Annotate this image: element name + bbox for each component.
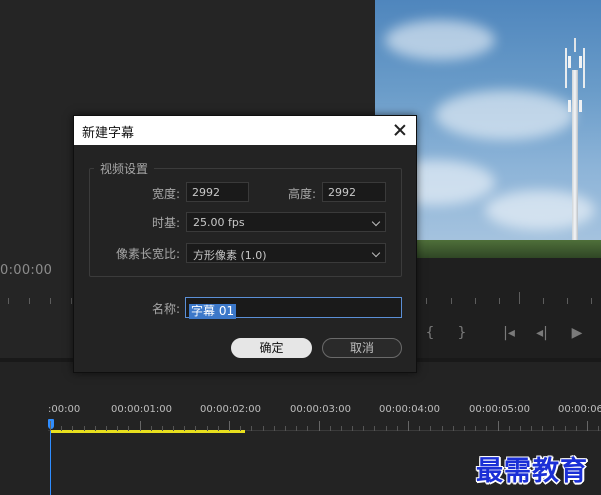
play-icon[interactable]: ▶ — [568, 325, 586, 341]
name-label: 名称: — [151, 302, 180, 316]
tower-mast — [572, 70, 578, 258]
timeline-tick — [184, 426, 185, 431]
timeline-tick — [95, 426, 96, 431]
pixel-aspect-value: 方形像素 (1.0) — [193, 249, 267, 262]
timeline-tick — [419, 426, 420, 431]
timeline-tick — [251, 426, 252, 431]
timeline-tick — [408, 421, 409, 431]
timeline-tick — [520, 426, 521, 431]
timebase-select[interactable]: 25.00 fps — [186, 212, 386, 232]
out-point-icon[interactable]: } — [453, 325, 471, 341]
go-to-in-icon[interactable]: |◂ — [497, 325, 521, 341]
timeline-tick — [274, 426, 275, 431]
timeline-tick — [430, 426, 431, 431]
title-name-value: 字幕 01 — [189, 304, 237, 319]
pixel-aspect-label: 像素长宽比: — [115, 247, 180, 261]
source-ruler[interactable] — [0, 298, 73, 306]
dialog-titlebar[interactable]: 新建字幕 — [74, 116, 416, 145]
timeline-tick — [140, 421, 141, 431]
timeline-tick — [84, 426, 85, 431]
chevron-down-icon — [371, 217, 381, 227]
step-back-icon[interactable]: ◂| — [531, 325, 553, 341]
timeline-tick — [50, 421, 51, 431]
timeline-ruler-label: :00:00 — [48, 404, 81, 415]
cloud — [435, 90, 575, 140]
timeline-ruler-label: 00:00:02:00 — [200, 404, 262, 415]
timeline-tick — [106, 426, 107, 431]
timeline-tick — [453, 426, 454, 431]
work-area-bar[interactable] — [50, 430, 245, 433]
timeline-tick — [128, 426, 129, 431]
width-input[interactable] — [186, 182, 249, 202]
timeline-tick — [565, 426, 566, 431]
ok-button[interactable]: 确定 — [231, 338, 312, 358]
tower-antenna — [568, 56, 571, 68]
title-name-input[interactable]: 字幕 01 — [185, 297, 402, 319]
timeline-tick — [285, 426, 286, 431]
tower-antenna — [579, 56, 582, 68]
timeline-tick — [173, 426, 174, 431]
height-input[interactable] — [322, 182, 386, 202]
timeline-tick — [162, 426, 163, 431]
timeline-tick — [72, 426, 73, 431]
timeline-tick — [553, 426, 554, 431]
timeline-tick — [498, 421, 499, 431]
timeline-tick — [296, 426, 297, 431]
timeline-tick — [374, 426, 375, 431]
source-timecode[interactable]: 0:00:00 — [0, 263, 52, 278]
timeline-tick — [464, 426, 465, 431]
cloud — [485, 190, 595, 230]
timeline-tick — [442, 426, 443, 431]
cancel-button[interactable]: 取消 — [322, 338, 402, 358]
timeline-tick — [598, 426, 599, 431]
timeline-tick — [117, 426, 118, 431]
playhead-line — [50, 429, 51, 495]
timeline-tick — [397, 426, 398, 431]
timeline-tick — [229, 421, 230, 431]
timeline-tick — [486, 426, 487, 431]
timeline-tick — [531, 426, 532, 431]
timeline-tick — [542, 426, 543, 431]
timeline-tick — [307, 426, 308, 431]
cloud — [385, 20, 495, 60]
timeline-tick — [587, 421, 588, 431]
timeline-tick — [475, 426, 476, 431]
timeline-tick — [151, 426, 152, 431]
timeline-tick — [207, 426, 208, 431]
dialog-title: 新建字幕 — [82, 126, 135, 141]
pixel-aspect-select[interactable]: 方形像素 (1.0) — [186, 243, 386, 263]
timeline-tick — [363, 426, 364, 431]
close-icon[interactable] — [390, 120, 410, 140]
height-label: 高度: — [287, 187, 316, 201]
timeline-tick — [576, 426, 577, 431]
watermark-logo: 最需教育 — [476, 456, 588, 487]
new-title-dialog: 新建字幕 视频设置 宽度: 高度: 时基: 25.00 fps 像素长宽比: 方… — [73, 115, 417, 373]
in-point-icon[interactable]: { — [421, 325, 439, 341]
video-settings-legend: 视频设置 — [94, 160, 155, 177]
timebase-label: 时基: — [151, 216, 180, 230]
timebase-value: 25.00 fps — [193, 216, 245, 229]
tower-antenna — [579, 100, 582, 112]
timeline-tick — [263, 426, 264, 431]
timeline-tick — [341, 426, 342, 431]
playhead-handle[interactable] — [48, 419, 54, 429]
timeline-ruler-label: 00:00:04:00 — [379, 404, 441, 415]
timeline-tick — [240, 426, 241, 431]
tower-antenna — [568, 100, 571, 112]
timeline-tick — [352, 426, 353, 431]
timeline-ruler-label: 00:00:05:00 — [469, 404, 531, 415]
timeline-tick — [61, 426, 62, 431]
timeline-ruler-label: 00:00:06 — [558, 404, 601, 415]
program-ruler[interactable] — [417, 292, 601, 306]
timeline-tick — [319, 421, 320, 431]
chevron-down-icon — [371, 248, 381, 258]
timeline-ruler-label: 00:00:01:00 — [111, 404, 173, 415]
timeline-tick — [509, 426, 510, 431]
width-label: 宽度: — [151, 187, 180, 201]
timeline-tick — [330, 426, 331, 431]
timeline-tick — [386, 426, 387, 431]
timeline-ruler-label: 00:00:03:00 — [290, 404, 352, 415]
timeline-tick — [195, 426, 196, 431]
timeline-tick — [218, 426, 219, 431]
